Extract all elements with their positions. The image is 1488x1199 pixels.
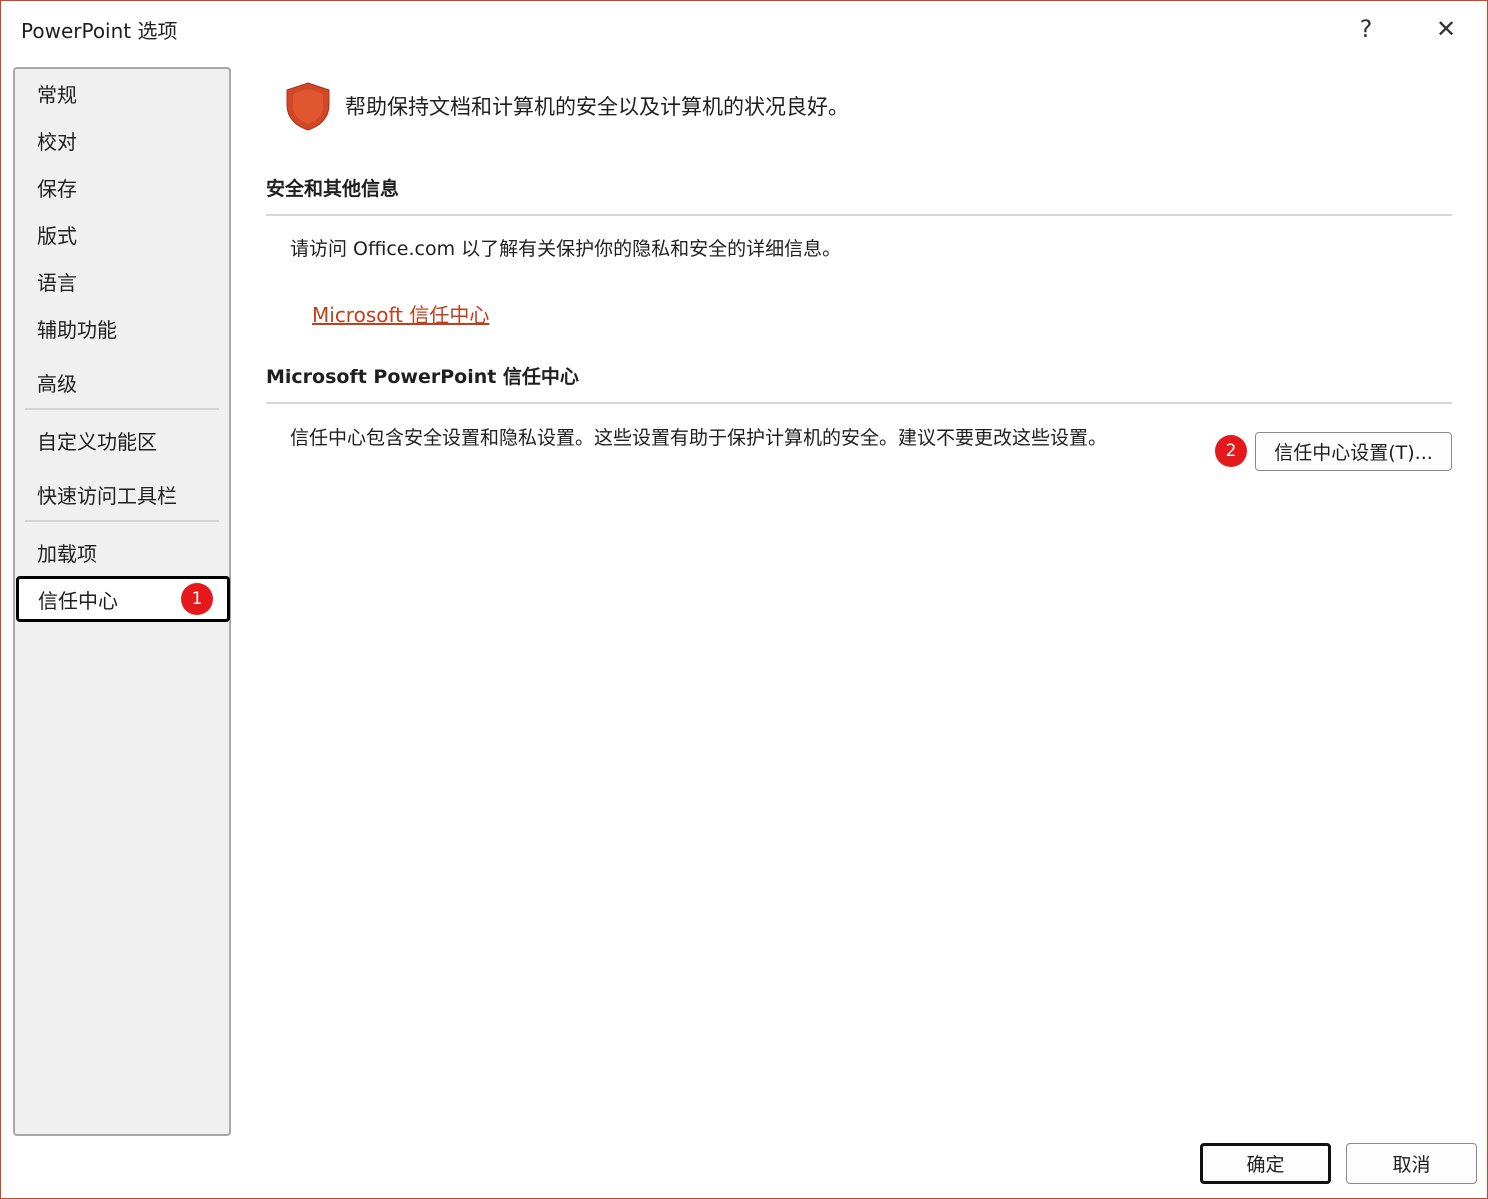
sidebar-item-label: 信任中心 <box>38 588 118 613</box>
shield-icon <box>286 82 330 131</box>
sidebar-item-quick-access-toolbar[interactable]: 快速访问工具栏 <box>15 472 229 516</box>
trust-center-settings-button[interactable]: 信任中心设置(T)... <box>1255 432 1452 471</box>
headline: 帮助保持文档和计算机的安全以及计算机的状况良好。 <box>345 95 849 119</box>
sidebar-item-addins[interactable]: 加载项 <box>15 530 229 574</box>
microsoft-trust-center-link[interactable]: Microsoft 信任中心 <box>312 299 489 328</box>
sidebar-item-save[interactable]: 保存 <box>15 165 229 209</box>
section-title-security: 安全和其他信息 <box>266 178 400 200</box>
options-dialog: PowerPoint 选项 ? ✕ 常规 校对 保存 版式 语言 辅助功能 高级… <box>0 0 1488 1199</box>
ok-button[interactable]: 确定 <box>1200 1143 1331 1184</box>
sidebar: 常规 校对 保存 版式 语言 辅助功能 高级 自定义功能区 快速访问工具栏 加载… <box>13 67 231 1136</box>
sidebar-item-general[interactable]: 常规 <box>15 71 229 115</box>
section-divider <box>266 214 1452 216</box>
sidebar-item-proofing[interactable]: 校对 <box>15 118 229 162</box>
cancel-button[interactable]: 取消 <box>1346 1143 1477 1184</box>
sidebar-divider <box>25 520 219 522</box>
sidebar-divider <box>25 408 219 410</box>
sidebar-item-customize-ribbon[interactable]: 自定义功能区 <box>15 418 229 462</box>
security-info-text: 请访问 Office.com 以了解有关保护你的隐私和安全的详细信息。 <box>290 238 842 260</box>
sidebar-item-advanced[interactable]: 高级 <box>15 360 229 404</box>
sidebar-item-language[interactable]: 语言 <box>15 259 229 303</box>
section-title-trust-center: Microsoft PowerPoint 信任中心 <box>266 366 579 388</box>
sidebar-item-trust-center[interactable]: 信任中心 1 <box>16 576 230 622</box>
trust-center-description: 信任中心包含安全设置和隐私设置。这些设置有助于保护计算机的安全。建议不要更改这些… <box>290 427 1108 449</box>
help-button[interactable]: ? <box>1346 9 1386 49</box>
section-divider <box>266 402 1452 404</box>
close-button[interactable]: ✕ <box>1426 9 1466 49</box>
step-badge-2: 2 <box>1215 435 1247 467</box>
step-badge-1: 1 <box>181 583 213 615</box>
dialog-title: PowerPoint 选项 <box>21 19 178 43</box>
sidebar-item-accessibility[interactable]: 辅助功能 <box>15 306 229 350</box>
sidebar-item-layout[interactable]: 版式 <box>15 212 229 256</box>
